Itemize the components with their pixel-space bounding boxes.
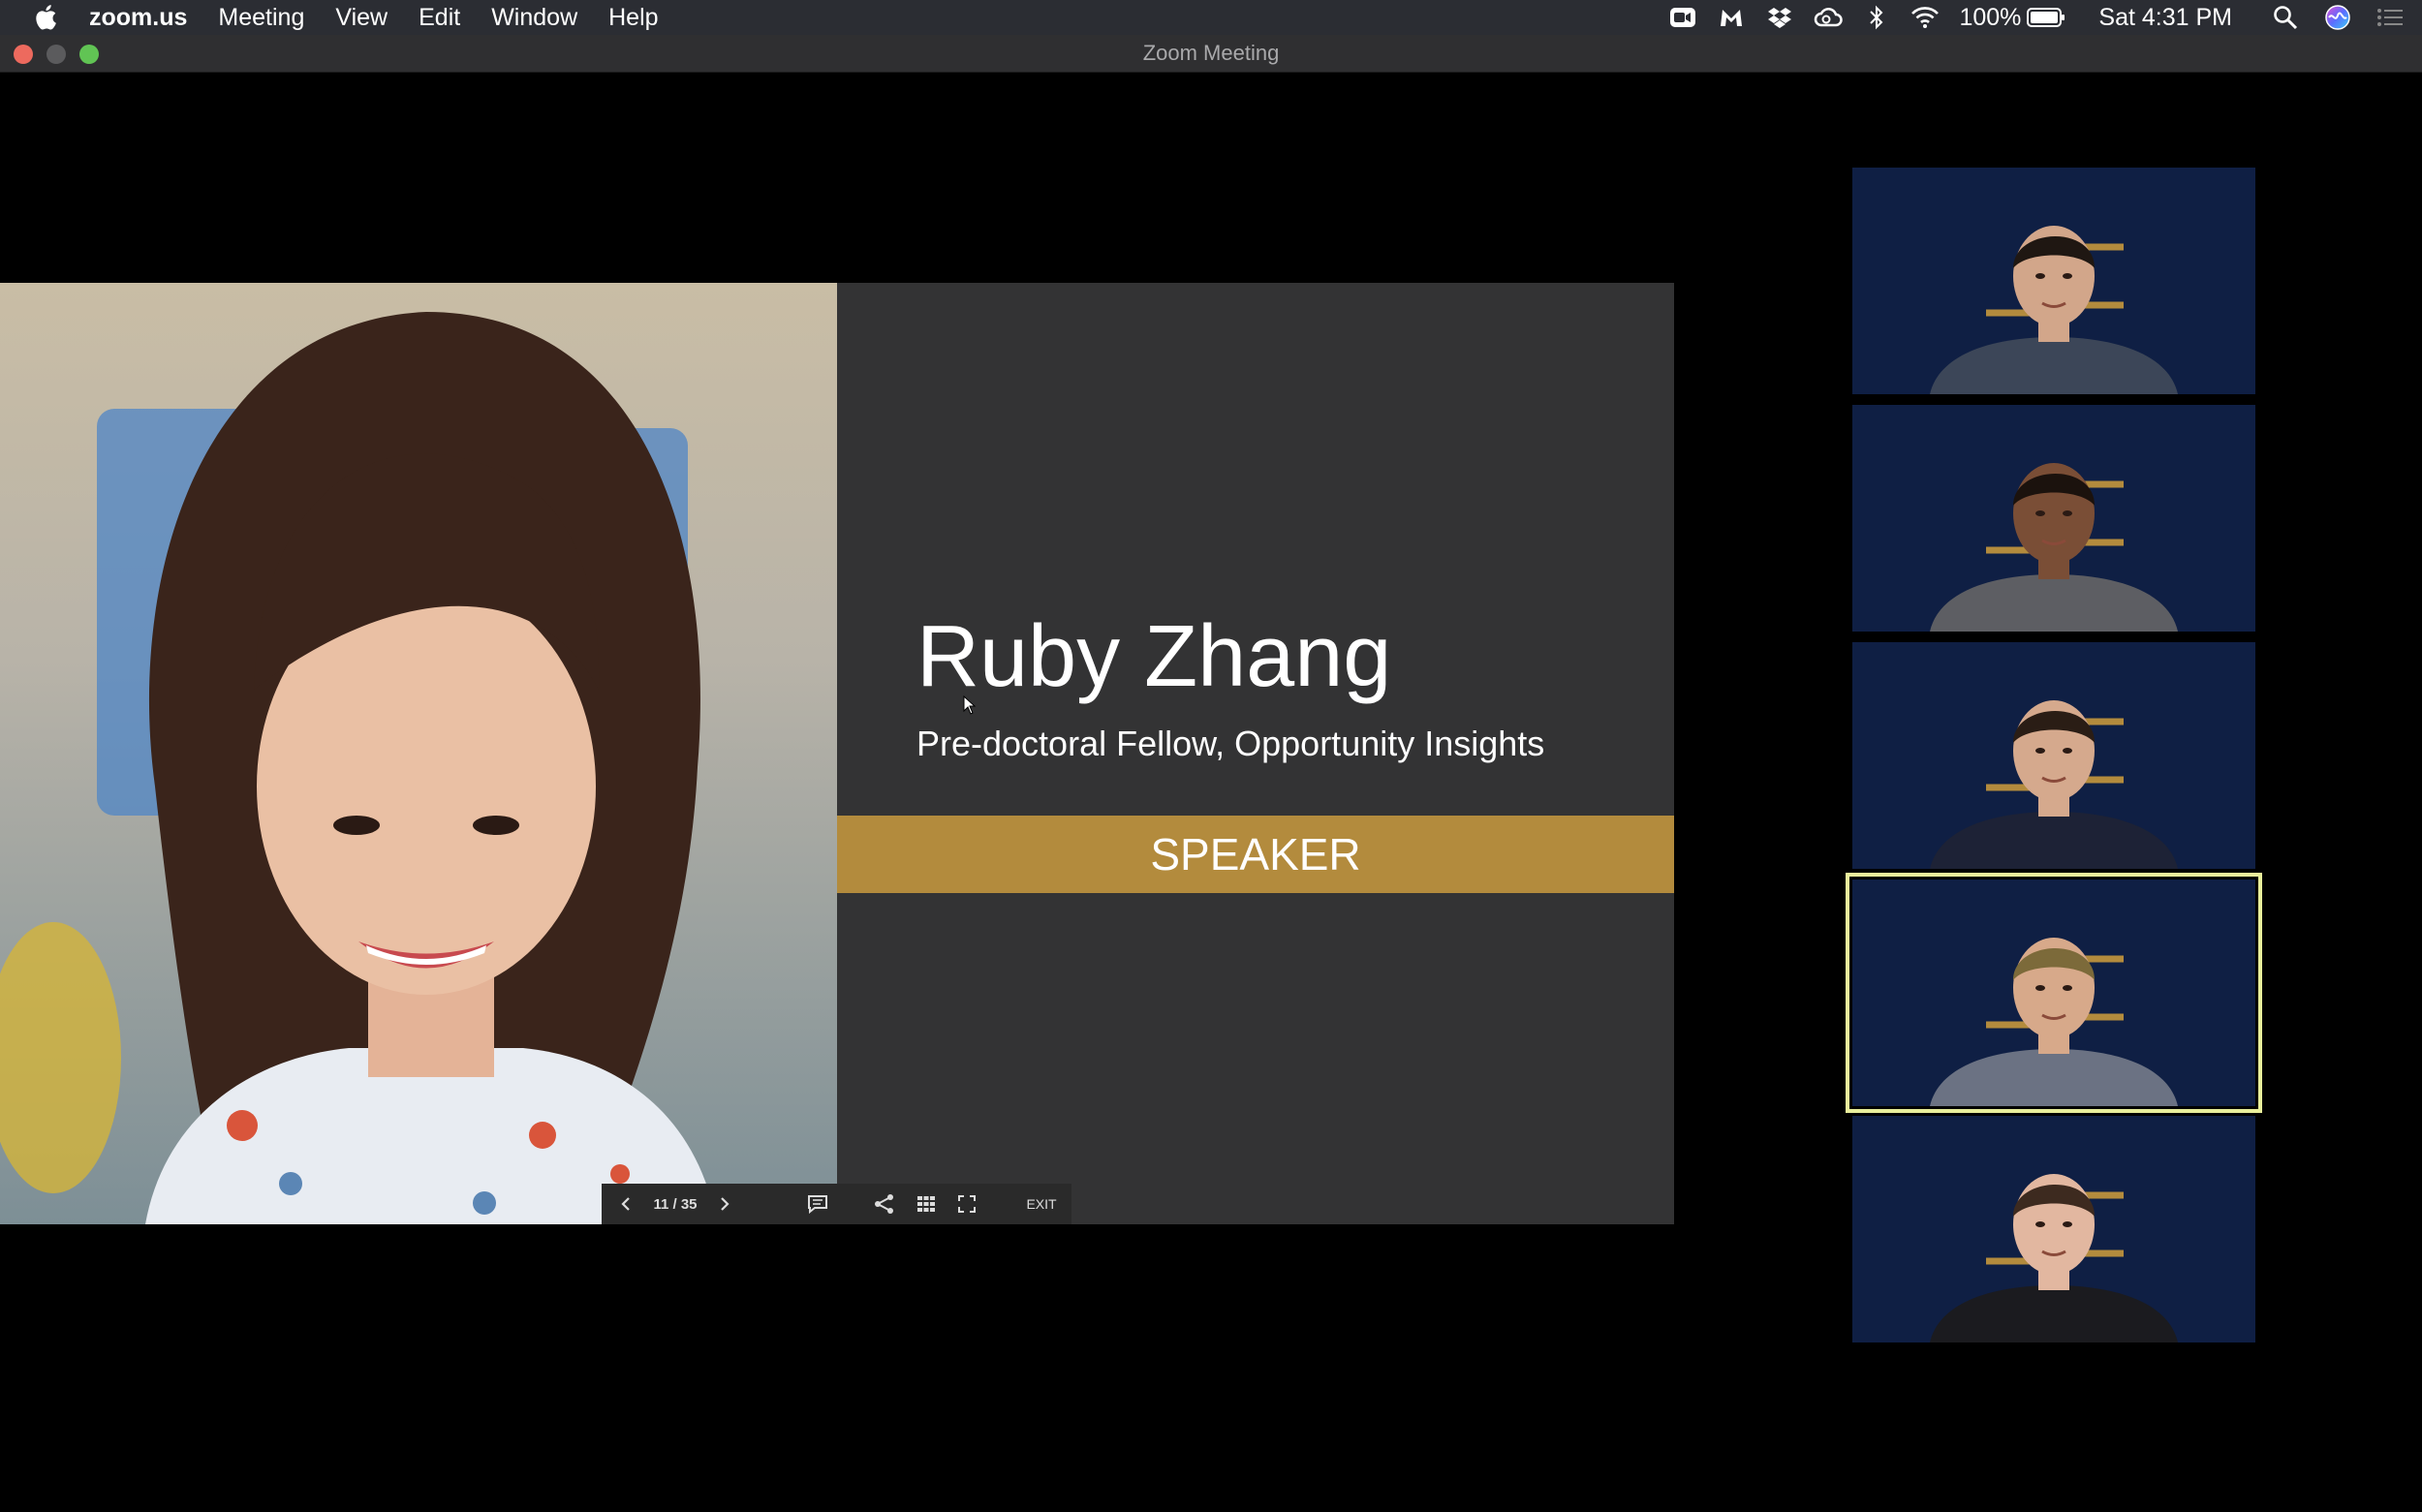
window-title-bar: Zoom Meeting [0,35,2422,73]
speaker-name: Ruby Zhang [916,608,1392,705]
speaker-role: Pre-doctoral Fellow, Opportunity Insight… [916,724,1545,763]
fullscreen-slide-button[interactable] [952,1184,981,1224]
notes-icon [808,1195,827,1214]
mouse-cursor-icon [963,695,977,715]
participant-video-tile[interactable] [1846,873,2262,1113]
status-tray: 100% Sat 4:31 PM [1668,0,2422,35]
share-icon [875,1194,893,1214]
chevron-left-icon [621,1197,630,1211]
menu-edit[interactable]: Edit [419,4,460,32]
menu-help[interactable]: Help [608,4,658,32]
menu-meeting[interactable]: Meeting [218,4,304,32]
speaker-notes-button[interactable] [803,1184,832,1224]
fullscreen-icon [958,1195,976,1213]
close-window-button[interactable] [14,45,33,64]
battery-percent: 100% [1959,3,2022,31]
participant-video-tile[interactable] [1852,642,2255,869]
creative-cloud-icon[interactable] [1814,3,1844,32]
zoom-tray-icon[interactable] [1668,3,1697,32]
battery-icon[interactable] [2027,3,2065,32]
slide-control-bar: 11 / 35 EXIT [602,1184,1071,1224]
spotlight-search-icon[interactable] [2271,3,2300,32]
slide-page-counter: 11 / 35 [653,1195,698,1213]
previous-slide-button[interactable] [613,1184,638,1224]
wifi-icon[interactable] [1910,3,1940,32]
clock[interactable]: Sat 4:31 PM [2098,4,2232,32]
next-slide-button[interactable] [712,1184,737,1224]
malwarebytes-icon[interactable] [1717,3,1746,32]
fullscreen-window-button[interactable] [79,45,99,64]
shared-slide: Ruby Zhang Pre-doctoral Fellow, Opportun… [0,283,1674,1224]
notification-center-icon[interactable] [2375,3,2405,32]
menu-view[interactable]: View [335,4,388,32]
participant-video-tile[interactable] [1852,1116,2255,1342]
chevron-right-icon [721,1197,730,1211]
macos-menu-bar: zoom.us Meeting View Edit Window Help 10… [0,0,2422,35]
participant-video-tile[interactable] [1852,405,2255,632]
speaker-photo [0,283,837,1224]
grid-icon [917,1196,935,1212]
participant-video-tile[interactable] [1852,168,2255,394]
grid-view-button[interactable] [912,1184,941,1224]
siri-icon[interactable] [2323,3,2352,32]
speaker-band: SPEAKER [837,816,1674,893]
menu-window[interactable]: Window [491,4,577,32]
exit-slideshow-button[interactable]: EXIT [1020,1184,1063,1224]
share-button[interactable] [870,1184,899,1224]
bluetooth-icon[interactable] [1862,3,1891,32]
dropbox-icon[interactable] [1765,3,1794,32]
minimize-window-button[interactable] [47,45,66,64]
window-title: Zoom Meeting [1142,41,1280,65]
apple-icon[interactable] [33,3,62,32]
menu-app-name[interactable]: zoom.us [89,4,187,32]
